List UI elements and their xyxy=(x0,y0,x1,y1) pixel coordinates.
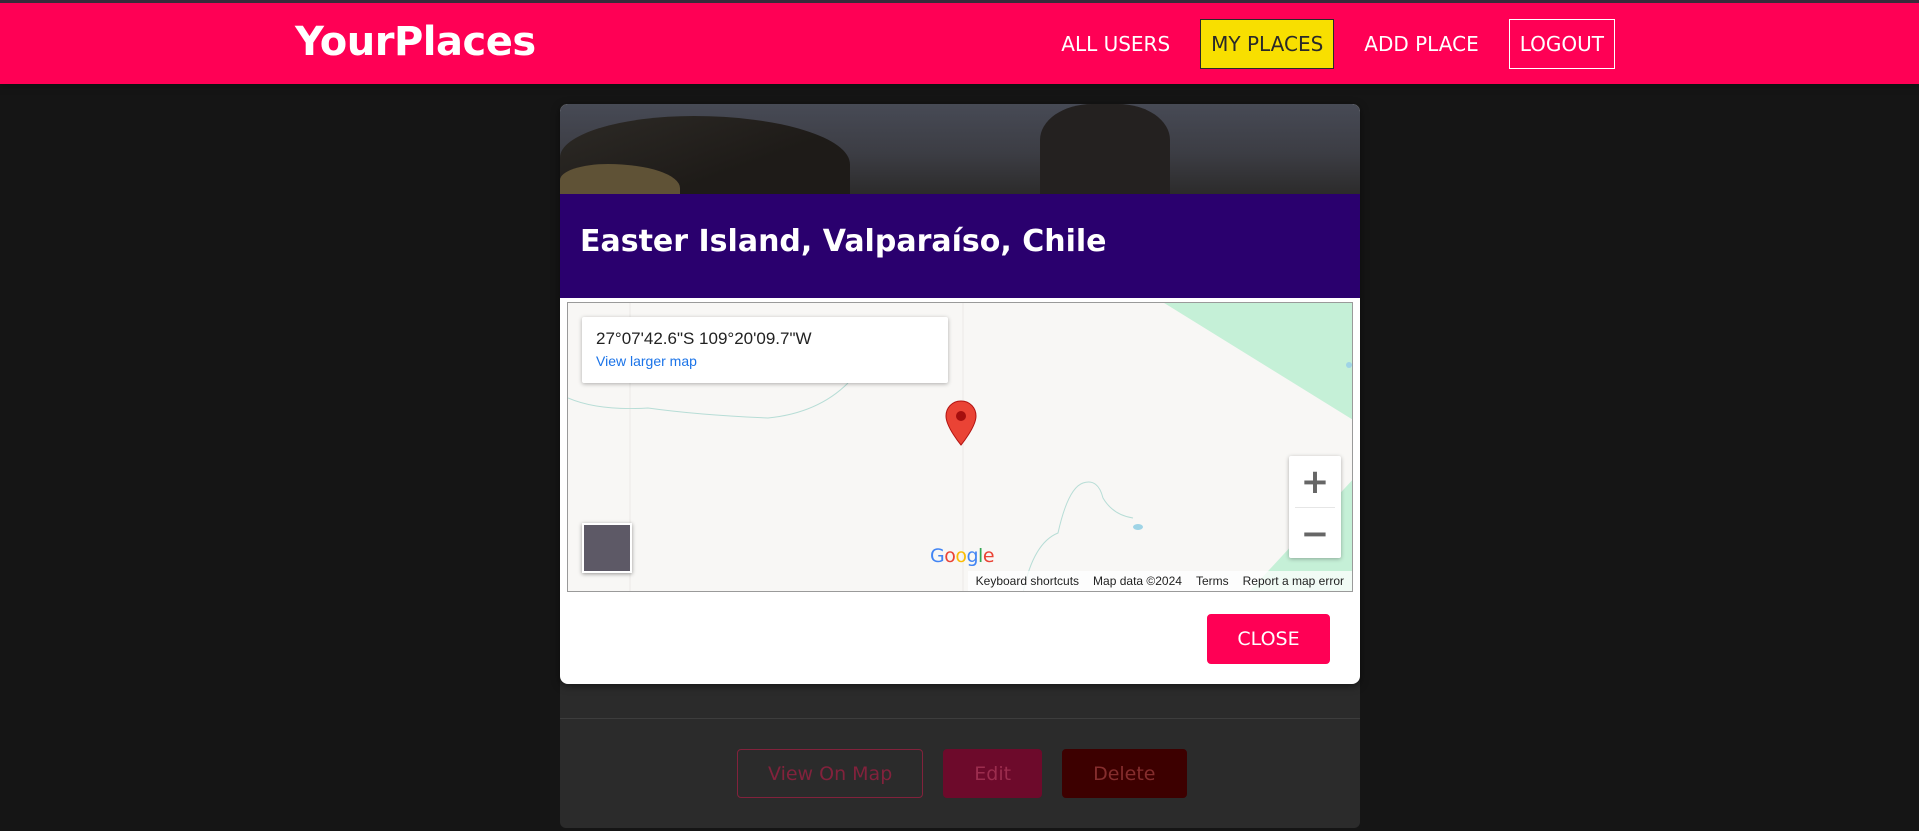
map-modal: Easter Island, Valparaíso, Chile 27°07'4… xyxy=(560,104,1360,684)
delete-button[interactable]: Delete xyxy=(1062,749,1187,798)
view-on-map-button[interactable]: View On Map xyxy=(737,749,924,798)
terms-link[interactable]: Terms xyxy=(1196,574,1229,588)
card-actions: View On Map Edit Delete xyxy=(737,749,1187,798)
google-logo-letter: o xyxy=(944,545,956,567)
google-logo-letter: g xyxy=(966,545,979,567)
google-logo-letter: o xyxy=(955,545,967,567)
coordinates-label: 27°07'42.6"S 109°20'09.7"W xyxy=(596,329,812,348)
modal-header: Easter Island, Valparaíso, Chile xyxy=(560,194,1360,298)
satellite-thumbnail-icon[interactable] xyxy=(582,523,632,573)
map-attribution: Keyboard shortcuts Map data ©2024 Terms … xyxy=(967,571,1352,591)
nav-my-places[interactable]: MY PLACES xyxy=(1200,19,1335,69)
zoom-controls: + − xyxy=(1289,456,1341,558)
google-logo-letter: e xyxy=(982,545,995,567)
edit-button[interactable]: Edit xyxy=(943,749,1043,798)
modal-title: Easter Island, Valparaíso, Chile xyxy=(580,224,1107,259)
location-pin-icon[interactable] xyxy=(945,399,977,447)
map-info-card: 27°07'42.6"S 109°20'09.7"W View larger m… xyxy=(582,317,948,383)
card-divider xyxy=(560,718,1360,719)
nav-add-place[interactable]: ADD PLACE xyxy=(1353,19,1489,69)
main-header: YourPlaces ALL USERS MY PLACES ADD PLACE… xyxy=(0,0,1919,84)
map-data-label: Map data ©2024 xyxy=(1093,574,1182,588)
zoom-out-button[interactable]: − xyxy=(1289,508,1341,559)
report-map-error-link[interactable]: Report a map error xyxy=(1243,574,1344,588)
modal-footer: CLOSE xyxy=(560,598,1360,684)
close-button[interactable]: CLOSE xyxy=(1207,614,1330,664)
app-logo[interactable]: YourPlaces xyxy=(295,19,536,65)
place-image xyxy=(560,104,1360,206)
google-logo-letter: G xyxy=(930,545,945,567)
logout-button[interactable]: LOGOUT xyxy=(1508,19,1615,69)
nav-all-users[interactable]: ALL USERS xyxy=(1050,19,1181,69)
view-larger-map-link[interactable]: View larger map xyxy=(596,353,934,369)
embedded-map[interactable]: 27°07'42.6"S 109°20'09.7"W View larger m… xyxy=(567,302,1353,592)
zoom-in-button[interactable]: + xyxy=(1289,456,1341,507)
moai-statue-right xyxy=(1040,104,1170,194)
google-logo: Google xyxy=(930,545,995,567)
keyboard-shortcuts-link[interactable]: Keyboard shortcuts xyxy=(976,574,1079,588)
main-navigation: ALL USERS MY PLACES ADD PLACE LOGOUT xyxy=(1050,19,1615,69)
